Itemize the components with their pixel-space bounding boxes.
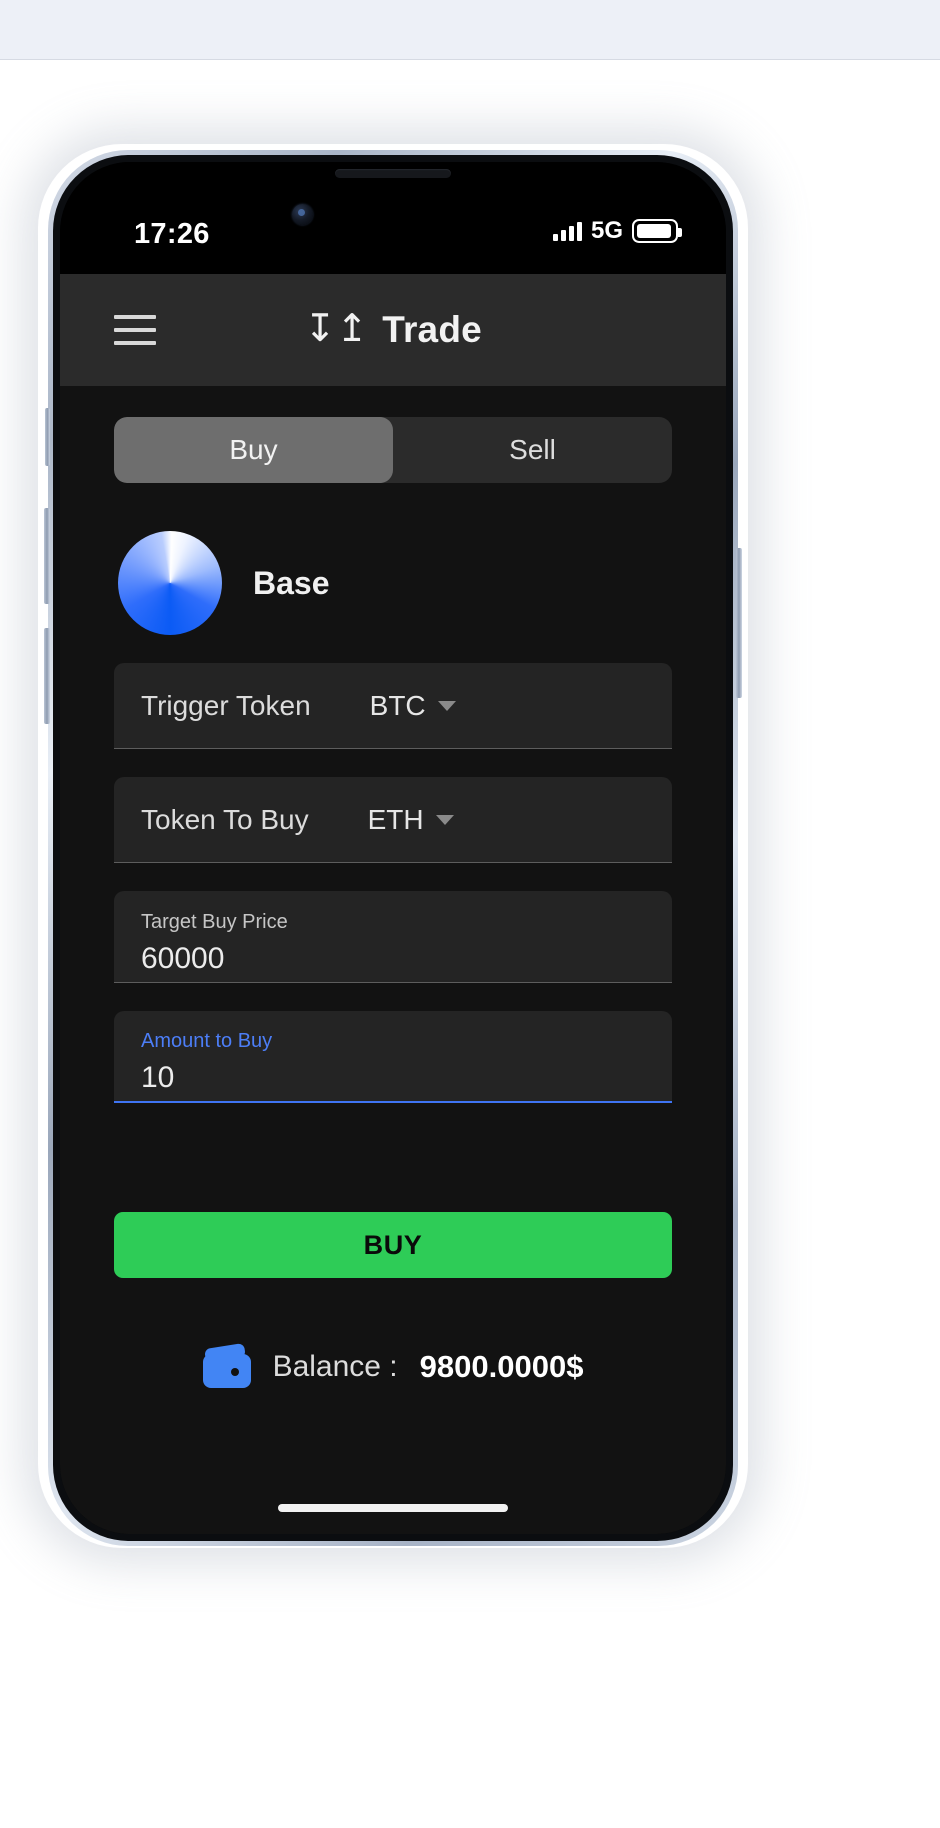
amount-to-buy-label: Amount to Buy (141, 1030, 273, 1052)
balance-row: Balance : 9800.0000$ (114, 1342, 672, 1388)
token-to-buy-label: Token To Buy (141, 803, 309, 835)
target-buy-price-field[interactable]: Target Buy Price 60000 (114, 891, 672, 983)
network-type-label: 5G (590, 217, 623, 244)
chevron-down-icon (435, 814, 454, 825)
power-button[interactable] (736, 548, 742, 698)
status-indicators: 5G (552, 217, 682, 244)
front-camera-icon (292, 204, 313, 225)
buy-sell-segmented-control: Buy Sell (114, 417, 672, 483)
battery-level-fill (636, 224, 671, 238)
target-buy-price-input[interactable]: 60000 (141, 942, 224, 975)
trigger-token-value: BTC (369, 689, 426, 721)
earpiece-speaker-icon (335, 169, 451, 178)
chain-token-row: Base (114, 531, 672, 635)
target-buy-price-label: Target Buy Price (141, 910, 288, 933)
balance-label: Balance : (272, 1350, 398, 1383)
phone-screen: 17:26 5G ↧↥ Trade Buy Sell Base Trigger … (60, 162, 726, 1534)
chain-name-label: Base (253, 564, 330, 601)
wallet-icon (202, 1342, 251, 1388)
app-body: Buy Sell Base Trigger Token BTC Token To… (60, 417, 726, 1534)
volume-down-button[interactable] (44, 628, 50, 724)
trade-arrows-icon: ↧↥ (304, 308, 369, 350)
signal-bars-icon (552, 221, 582, 241)
app-bar: ↧↥ Trade (60, 274, 726, 386)
page-title-text: Trade (382, 309, 482, 350)
chevron-down-icon (437, 700, 456, 711)
token-to-buy-select[interactable]: Token To Buy ETH (114, 777, 672, 863)
battery-full-icon (632, 219, 682, 243)
buy-button[interactable]: BUY (114, 1212, 672, 1278)
notch (268, 162, 518, 196)
camera-lens-dot (298, 209, 305, 216)
home-indicator[interactable] (278, 1504, 508, 1512)
token-to-buy-value: ETH (367, 803, 424, 835)
page-title: ↧↥ Trade (60, 309, 726, 351)
phone-mockup: 17:26 5G ↧↥ Trade Buy Sell Base Trigger … (38, 144, 748, 1548)
segment-sell[interactable]: Sell (393, 417, 672, 483)
silent-switch[interactable] (45, 408, 50, 466)
trigger-token-label: Trigger Token (141, 689, 311, 721)
balance-value: 9800.0000$ (419, 1349, 584, 1384)
token-to-buy-value-wrap[interactable]: ETH (368, 804, 454, 836)
segment-buy[interactable]: Buy (114, 417, 393, 483)
browser-top-bar (0, 0, 940, 60)
base-token-logo-icon (118, 531, 222, 635)
app-container: ↧↥ Trade Buy Sell Base Trigger Token BTC… (60, 274, 726, 1534)
amount-to-buy-input[interactable]: 10 (141, 1061, 174, 1094)
volume-up-button[interactable] (44, 508, 50, 604)
trigger-token-value-wrap[interactable]: BTC (370, 690, 456, 722)
trigger-token-select[interactable]: Trigger Token BTC (114, 663, 672, 749)
status-time: 17:26 (134, 218, 210, 250)
amount-to-buy-field[interactable]: Amount to Buy 10 (114, 1011, 672, 1103)
